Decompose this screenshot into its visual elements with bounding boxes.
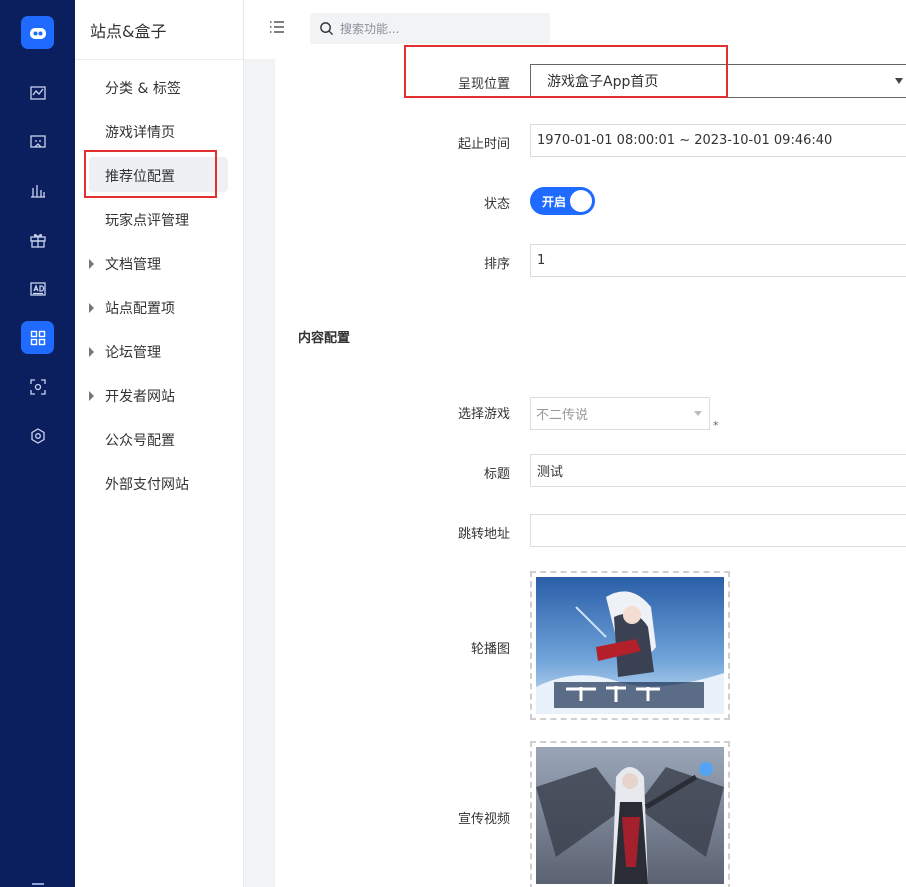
icon-rail [0, 0, 75, 887]
expand-caret-icon [89, 259, 94, 269]
form-panel: 呈现位置 游戏盒子App首页 起止时间 1970-01-01 08:00:01 … [275, 59, 906, 887]
grid-icon[interactable] [21, 321, 54, 354]
expand-caret-icon [89, 303, 94, 313]
scan-icon[interactable] [21, 370, 54, 403]
gift-icon[interactable] [21, 223, 54, 256]
screen-icon[interactable] [21, 125, 54, 158]
expand-caret-icon [89, 391, 94, 401]
sidebar-item-label: 站点配置项 [105, 301, 175, 317]
sidebar-item-label: 开发者网站 [105, 389, 175, 405]
time-range-value: 1970-01-01 08:00:01 ~ 2023-10-01 09:46:4… [537, 133, 833, 148]
sidebar-item-label: 论坛管理 [105, 345, 161, 361]
sidebar-divider [75, 59, 244, 60]
search-box[interactable] [310, 13, 550, 44]
sidebar-item-site-config[interactable]: 站点配置项 [89, 298, 175, 318]
content-section-title: 内容配置 [298, 331, 351, 346]
sidebar-item-label: 推荐位配置 [105, 169, 175, 185]
sidebar-item-developer-site[interactable]: 开发者网站 [89, 386, 175, 406]
game-select[interactable]: 不二传说 [530, 397, 710, 430]
position-label: 呈现位置 [457, 77, 510, 92]
expand-caret-icon [89, 347, 94, 357]
dropdown-arrow-icon [895, 78, 903, 84]
sidebar-item-label: 文档管理 [105, 257, 161, 273]
bar-chart-icon[interactable] [21, 174, 54, 207]
video-label: 宣传视频 [457, 812, 510, 827]
search-input[interactable] [340, 21, 530, 36]
required-mark: * [713, 419, 719, 432]
sidebar-item-label: 玩家点评管理 [105, 213, 189, 229]
ad-icon[interactable] [21, 272, 54, 305]
sidebar-item-player-reviews[interactable]: 玩家点评管理 [105, 210, 189, 230]
status-toggle[interactable]: 开启 [530, 187, 595, 215]
sidebar-item-category-tags[interactable]: 分类 & 标签 [105, 78, 181, 98]
chart-line-icon[interactable] [21, 76, 54, 109]
title-label: 标题 [483, 467, 510, 482]
sidebar-item-game-detail[interactable]: 游戏详情页 [105, 122, 175, 142]
time-range-label: 起止时间 [457, 137, 510, 152]
position-select[interactable]: 游戏盒子App首页 [530, 64, 906, 98]
toggle-knob [570, 190, 592, 212]
time-range-input[interactable]: 1970-01-01 08:00:01 ~ 2023-10-01 09:46:4… [530, 124, 906, 157]
app-window: 站点&盒子 分类 & 标签 游戏详情页 推荐位配置 玩家点评管理 文档管理 站点… [0, 0, 906, 887]
carousel-upload[interactable] [530, 571, 730, 720]
video-upload[interactable] [530, 741, 730, 887]
sort-input[interactable]: 1 [530, 244, 906, 277]
link-input[interactable] [530, 514, 906, 547]
sort-value: 1 [537, 253, 546, 268]
carousel-image [536, 577, 724, 714]
content-gutter [244, 59, 275, 887]
sidebar-item-label: 外部支付网站 [105, 477, 189, 493]
link-label: 跳转地址 [457, 527, 510, 542]
sidebar-item-recommend-config[interactable]: 推荐位配置 [105, 166, 175, 186]
status-label: 状态 [483, 197, 510, 212]
sidebar-item-forum[interactable]: 论坛管理 [89, 342, 161, 362]
sidebar-item-docs[interactable]: 文档管理 [89, 254, 161, 274]
position-value: 游戏盒子App首页 [547, 74, 659, 90]
top-bar [244, 0, 906, 59]
sidebar-item-label: 公众号配置 [105, 433, 175, 449]
carousel-label: 轮播图 [470, 642, 510, 657]
sidebar-title: 站点&盒子 [90, 22, 167, 41]
sort-label: 排序 [483, 257, 510, 272]
secondary-sidebar: 站点&盒子 分类 & 标签 游戏详情页 推荐位配置 玩家点评管理 文档管理 站点… [75, 0, 244, 887]
search-icon [320, 22, 334, 36]
settings-icon[interactable] [21, 419, 54, 452]
game-select-value: 不二传说 [536, 408, 589, 423]
logo-icon[interactable] [21, 16, 54, 49]
status-toggle-text: 开启 [542, 195, 567, 209]
sidebar-item-label: 分类 & 标签 [105, 81, 181, 97]
game-label: 选择游戏 [457, 407, 510, 422]
sidebar-item-external-payment[interactable]: 外部支付网站 [105, 474, 189, 494]
sidebar-item-official-account[interactable]: 公众号配置 [105, 430, 175, 450]
video-cover-image [536, 747, 724, 884]
title-input[interactable]: 测试 [530, 454, 906, 487]
rail-divider [32, 883, 44, 885]
dropdown-arrow-icon [694, 411, 702, 416]
menu-toggle-icon[interactable] [269, 19, 285, 35]
sidebar-item-label: 游戏详情页 [105, 125, 175, 141]
title-value: 测试 [537, 465, 564, 480]
